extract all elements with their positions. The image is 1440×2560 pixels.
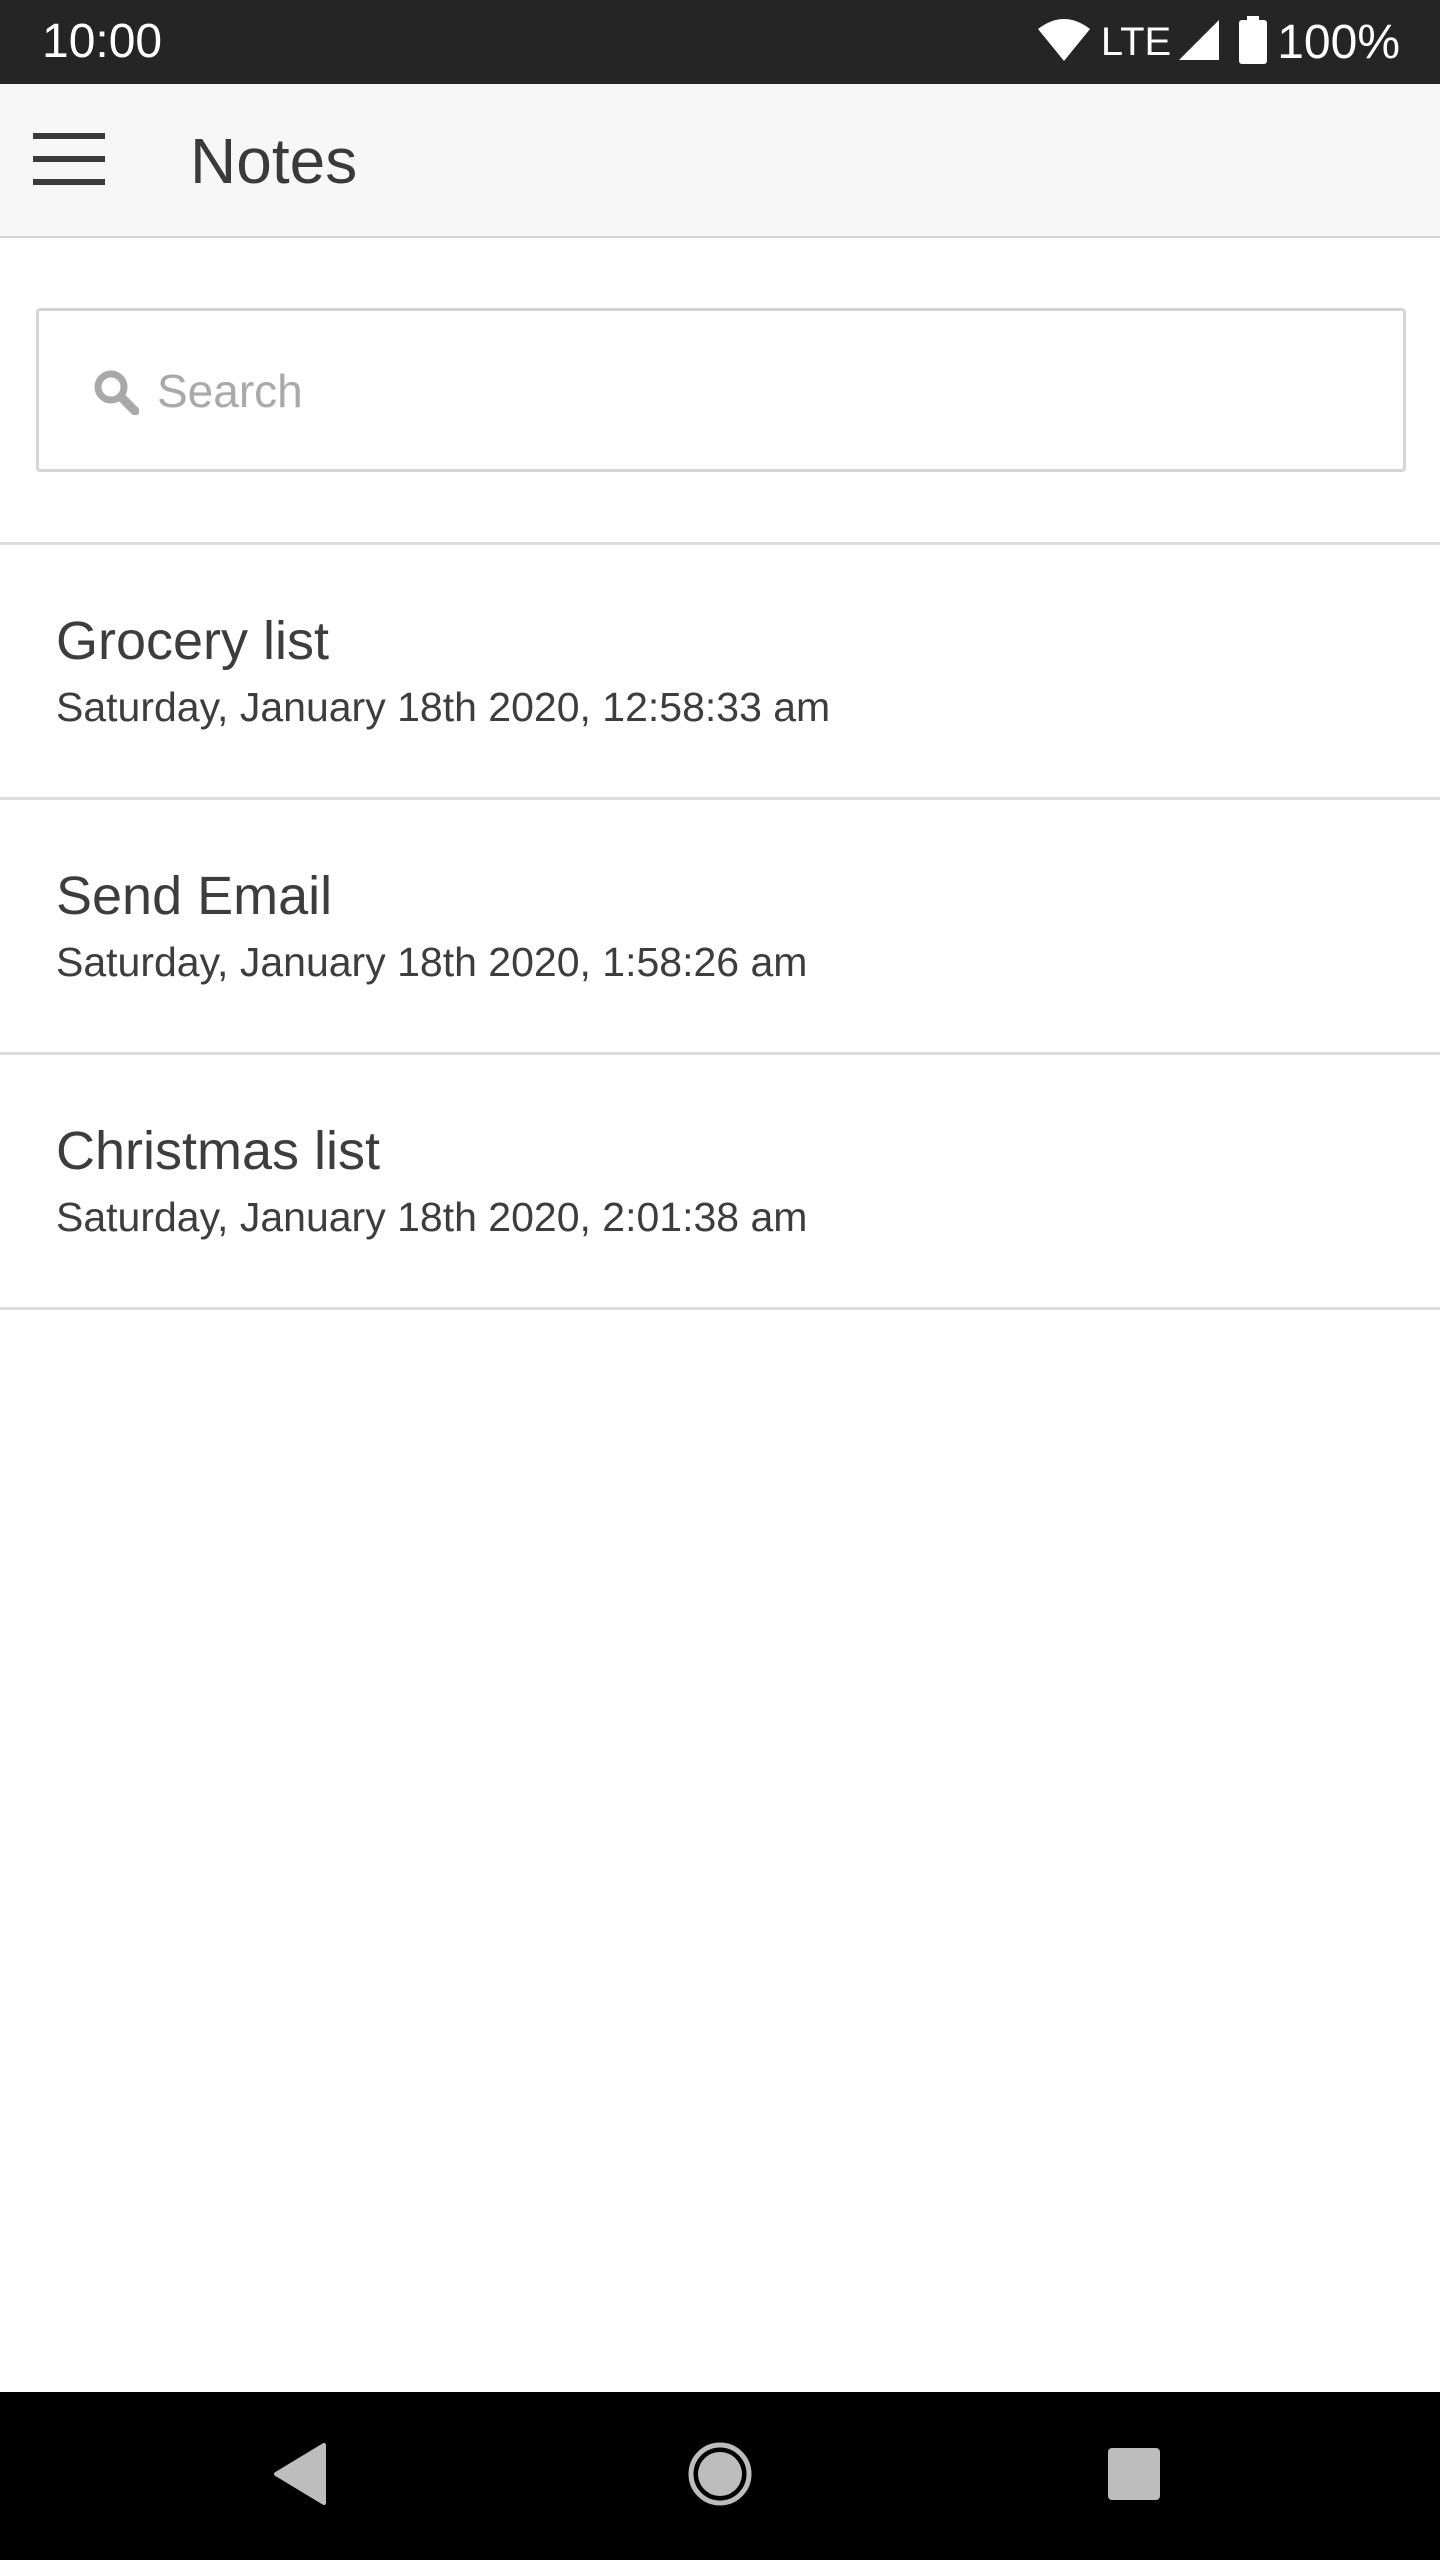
list-item[interactable]: Grocery list Saturday, January 18th 2020… [0,545,1440,800]
note-date: Saturday, January 18th 2020, 1:58:26 am [56,939,808,985]
note-title: Send Email [56,866,333,926]
app-bar: Notes [0,84,1440,238]
status-time: 10:00 [42,15,163,68]
home-icon [687,2441,753,2512]
search-input[interactable] [157,349,1357,433]
status-bar: 10:00 LTE 100% [0,0,1440,84]
search-icon [93,369,140,416]
battery-percentage: 100% [1277,15,1400,69]
recents-button[interactable] [1084,2426,1184,2526]
back-icon [272,2442,328,2510]
list-item[interactable]: Christmas list Saturday, January 18th 20… [0,1055,1440,1310]
status-indicators: LTE 100% [1037,14,1400,70]
search-box[interactable] [36,308,1406,472]
note-title: Christmas list [56,1121,381,1181]
battery-icon [1239,15,1268,69]
menu-button[interactable] [24,121,114,201]
signal-icon [1177,18,1221,67]
navigation-bar [0,2392,1440,2560]
recents-icon [1106,2446,1162,2507]
note-date: Saturday, January 18th 2020, 12:58:33 am [56,684,831,730]
page-title: Notes [190,125,358,197]
note-title: Grocery list [56,611,330,671]
network-type: LTE [1100,19,1172,64]
back-button[interactable] [250,2426,350,2526]
home-button[interactable] [670,2426,770,2526]
note-date: Saturday, January 18th 2020, 2:01:38 am [56,1194,808,1240]
list-item[interactable]: Send Email Saturday, January 18th 2020, … [0,800,1440,1055]
wifi-icon [1037,17,1091,68]
hamburger-menu-icon [33,132,105,190]
notes-list: Grocery list Saturday, January 18th 2020… [0,542,1440,1310]
